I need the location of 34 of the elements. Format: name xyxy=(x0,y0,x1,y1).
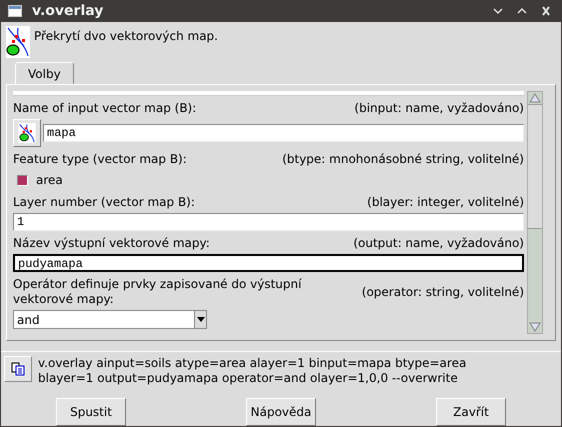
description-text: Překrytí dvo vektorových map. xyxy=(34,28,218,45)
field-info: (output: name, vyžadováno) xyxy=(353,236,524,251)
dialog-button[interactable]: Nápověda xyxy=(246,398,316,426)
window-title: v.overlay xyxy=(32,2,104,20)
field-label: Layer number (vector map B): xyxy=(13,195,195,210)
field-label: Feature type (vector map B): xyxy=(13,152,187,167)
field-label: Název výstupní vektorové mapy: xyxy=(13,236,210,251)
checkbox-label: area xyxy=(36,172,63,189)
input-field[interactable]: pudyamapa xyxy=(13,254,524,272)
checkbox[interactable] xyxy=(17,174,28,186)
tab[interactable]: Volby xyxy=(15,62,74,84)
field-label: Operátor definuje prvky zapisované do výstupní vektorové mapy: xyxy=(13,277,302,307)
copy-icon xyxy=(11,362,25,376)
field-info: (blayer: integer, volitelné) xyxy=(367,195,524,210)
dialog-button[interactable]: Zavřít xyxy=(436,398,506,426)
dropdown[interactable]: and xyxy=(13,310,207,329)
field-info: (operator: string, volitelné) xyxy=(362,284,524,300)
window-icon xyxy=(8,5,22,17)
caret-icon xyxy=(196,317,204,322)
input-field[interactable] xyxy=(13,91,524,96)
input-field[interactable]: 1 xyxy=(13,213,524,231)
copy-button[interactable] xyxy=(4,356,32,382)
command-text: v.overlay ainput=soils atype=area alayer=1 binput=mapa btype=area blayer=1 output=pudyamapa operator=and olayer=1,0,0 --overwrite xyxy=(38,356,468,386)
scrollbar[interactable] xyxy=(527,91,543,334)
input-field[interactable]: mapa xyxy=(43,124,524,142)
dialog-button[interactable]: Spustit xyxy=(56,398,126,426)
vector-map-icon xyxy=(18,123,36,143)
map-select-button[interactable] xyxy=(13,119,41,147)
field-info: (binput: name, vyžadováno) xyxy=(354,101,524,116)
scrollbar-thumb[interactable] xyxy=(528,104,542,229)
field-label: Name of input vector map (B): xyxy=(13,101,196,116)
scroll-down-icon[interactable] xyxy=(528,321,542,333)
vector-map-icon xyxy=(6,26,30,58)
field-info: (btype: mnohonásobné string, volitelné) xyxy=(282,152,524,167)
